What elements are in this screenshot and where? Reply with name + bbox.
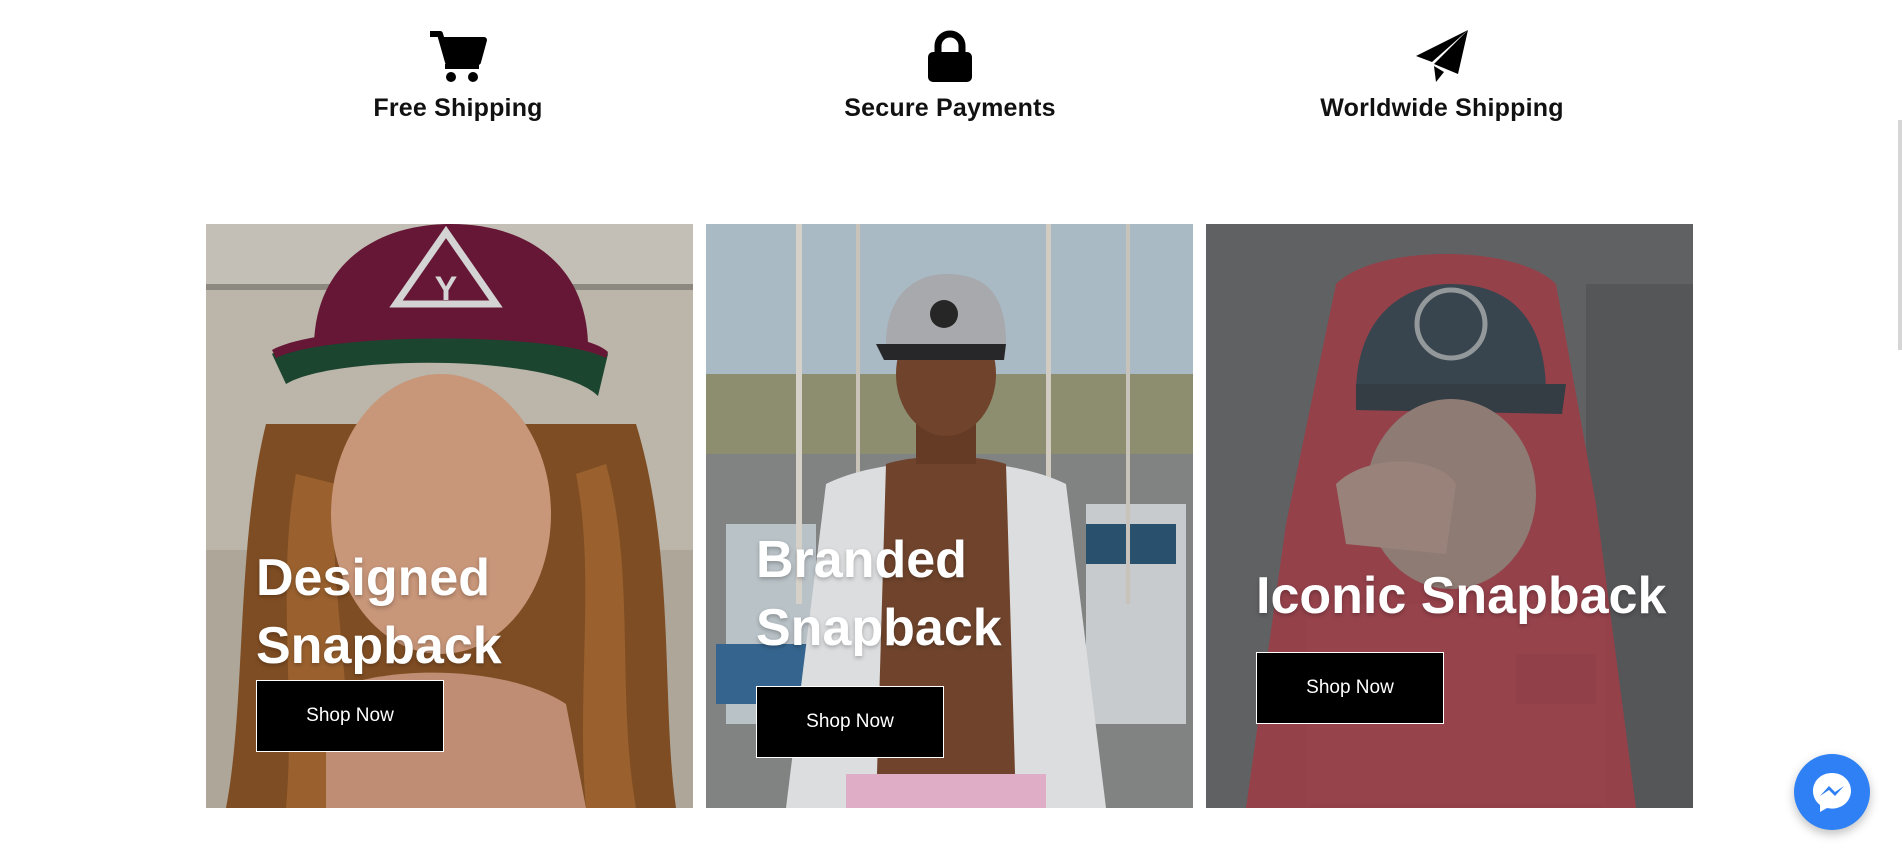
card-designed-snapback[interactable]: Y Designed Snapback Shop Now	[206, 224, 693, 808]
feature-worldwide-shipping: Worldwide Shipping	[1242, 28, 1642, 123]
shop-now-button[interactable]: Shop Now	[256, 680, 444, 752]
card-branded-snapback[interactable]: Branded Snapback Shop Now	[706, 224, 1193, 808]
feature-label: Free Shipping	[373, 94, 543, 122]
card-iconic-snapback[interactable]: Iconic Snapback Shop Now	[1206, 224, 1693, 808]
lock-icon	[920, 28, 980, 84]
feature-secure-payments: Secure Payments	[750, 28, 1150, 123]
shop-now-button[interactable]: Shop Now	[1256, 652, 1444, 724]
messenger-chat-button[interactable]	[1794, 754, 1870, 830]
shop-now-button[interactable]: Shop Now	[756, 686, 944, 758]
card-title: Branded Snapback	[756, 531, 1002, 657]
features-bar: Free Shipping Secure Payments Worldwide …	[0, 0, 1902, 140]
card-title: Iconic Snapback	[1256, 567, 1667, 625]
feature-free-shipping: Free Shipping	[258, 28, 658, 123]
product-cards: Y Designed Snapback Shop Now Branded Sna…	[206, 224, 1694, 808]
feature-label: Worldwide Shipping	[1320, 94, 1564, 122]
messenger-icon	[1813, 773, 1851, 812]
cart-icon	[428, 28, 488, 84]
paper-plane-icon	[1412, 28, 1472, 84]
scroll-edge	[1898, 120, 1902, 350]
card-title: Designed Snapback	[256, 549, 502, 675]
feature-label: Secure Payments	[844, 94, 1056, 122]
